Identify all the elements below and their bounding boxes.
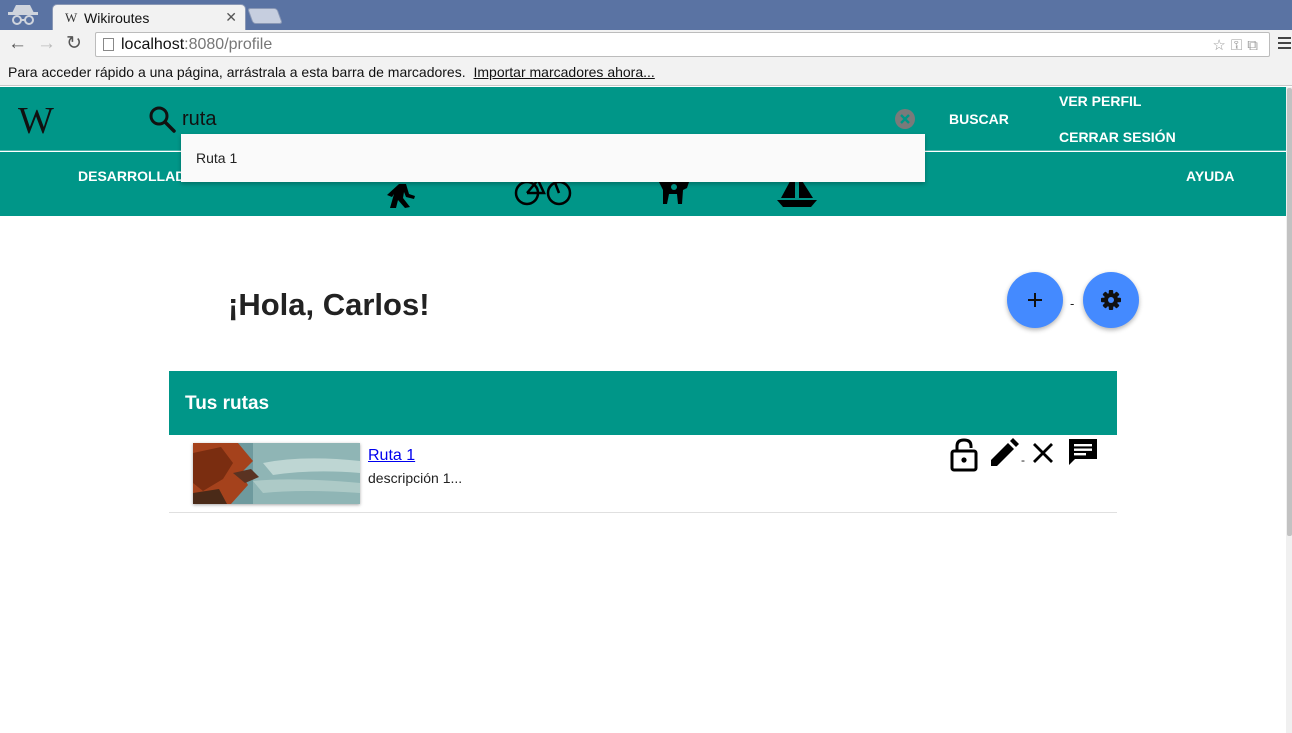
row-separator: -: [1021, 453, 1025, 467]
clear-search-icon[interactable]: [894, 108, 916, 130]
key-icon[interactable]: ⚿: [1231, 37, 1247, 54]
translate-icon[interactable]: ⧉: [1247, 37, 1263, 54]
back-icon[interactable]: ←: [8, 34, 27, 54]
add-route-button[interactable]: [1007, 272, 1063, 328]
settings-button[interactable]: [1083, 272, 1139, 328]
help-link[interactable]: AYUDA: [1186, 168, 1235, 184]
fab-separator: -: [1070, 296, 1075, 311]
browser-tab[interactable]: W Wikiroutes ✕: [52, 4, 246, 30]
bookmarks-hint: Para acceder rápido a una página, arrást…: [8, 64, 466, 80]
route-name-link[interactable]: Ruta 1: [368, 447, 415, 465]
unlock-icon[interactable]: [949, 438, 979, 472]
reload-icon[interactable]: ↻: [66, 34, 82, 54]
edit-pencil-icon[interactable]: [987, 438, 1019, 470]
view-profile-link[interactable]: VER PERFIL: [1059, 93, 1141, 109]
address-bar[interactable]: localhost:8080/profile ☆⚿⧉: [95, 32, 1270, 57]
browser-menu-icon[interactable]: [1278, 37, 1291, 51]
delete-x-icon[interactable]: [1031, 441, 1055, 465]
routes-title: Tus rutas: [185, 393, 270, 414]
search-autocomplete: Ruta 1: [181, 134, 925, 182]
search-input[interactable]: [182, 104, 882, 134]
bookmark-star-icon[interactable]: ☆: [1212, 37, 1230, 54]
new-tab-button[interactable]: [247, 8, 283, 24]
route-row: Ruta 1 descripción 1... -: [169, 435, 1117, 513]
route-description: descripción 1...: [368, 470, 463, 486]
search-icon: [149, 106, 176, 133]
greeting-title: ¡Hola, Carlos!: [228, 287, 430, 322]
bicycle-icon[interactable]: [514, 178, 574, 206]
wikipedia-logo[interactable]: W: [18, 99, 54, 143]
routes-card-header: Tus rutas: [169, 371, 1117, 435]
incognito-icon: [8, 5, 38, 25]
forward-icon[interactable]: →: [37, 34, 56, 54]
tab-close-icon[interactable]: ✕: [225, 9, 237, 26]
logout-link[interactable]: CERRAR SESIÓN: [1059, 129, 1176, 145]
comment-icon[interactable]: [1067, 437, 1099, 469]
page-icon: [103, 38, 114, 51]
route-image: [193, 443, 360, 504]
import-bookmarks-link[interactable]: Importar marcadores ahora...: [474, 64, 655, 80]
browser-titlebar: W Wikiroutes ✕: [0, 0, 1292, 30]
url-text[interactable]: localhost:8080/profile: [121, 36, 272, 54]
tab-title: Wikiroutes: [84, 10, 150, 26]
autocomplete-item[interactable]: Ruta 1: [196, 150, 237, 166]
gear-icon: [1101, 290, 1121, 310]
browser-toolbar: ← → ↻ localhost:8080/profile ☆⚿⧉: [0, 30, 1292, 60]
bookmarks-bar: Para acceder rápido a una página, arrást…: [0, 60, 1292, 86]
tab-favicon: W: [65, 10, 78, 25]
scrollbar-thumb[interactable]: [1287, 88, 1292, 536]
search-button[interactable]: BUSCAR: [949, 111, 1009, 127]
route-thumbnail[interactable]: [193, 443, 360, 504]
